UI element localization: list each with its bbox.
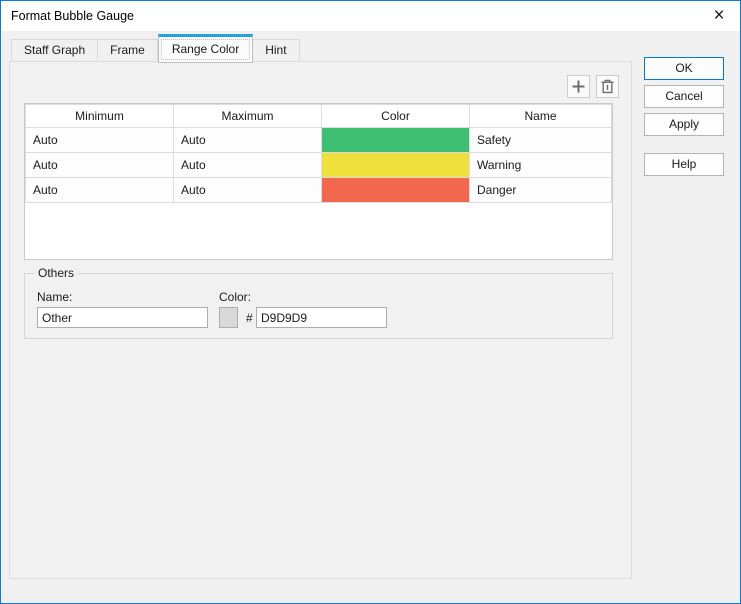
name-label: Name: [37,290,73,304]
color-swatch-warning[interactable] [322,153,469,177]
cell-maximum[interactable]: Auto [173,152,322,178]
tab-strip: Staff Graph Frame Range Color Hint [11,33,300,63]
help-button[interactable]: Help [644,153,724,176]
dialog-title: Format Bubble Gauge [11,9,134,23]
others-group-label: Others [34,266,79,280]
color-label: Color: [219,290,252,304]
trash-icon [601,79,614,94]
tab-frame[interactable]: Frame [98,39,158,62]
plus-icon [572,80,585,93]
column-header-minimum: Minimum [25,104,174,128]
cell-name[interactable]: Safety [469,127,612,153]
tab-hint[interactable]: Hint [253,39,300,62]
cell-name[interactable]: Warning [469,152,612,178]
cell-name[interactable]: Danger [469,177,612,203]
close-button[interactable]: × [702,1,736,30]
table-header-row: Minimum Maximum Color Name [25,104,612,128]
apply-button[interactable]: Apply [644,113,724,136]
tab-range-color[interactable]: Range Color [157,34,254,63]
table-row: Auto Auto Safety [25,127,612,153]
other-color-swatch[interactable] [219,307,238,328]
column-header-color: Color [321,104,470,128]
color-swatch-danger[interactable] [322,178,469,202]
hash-symbol: # [246,311,253,325]
column-header-maximum: Maximum [173,104,322,128]
close-icon: × [713,5,725,26]
tab-staff-graph[interactable]: Staff Graph [11,39,99,62]
cancel-button[interactable]: Cancel [644,85,724,108]
delete-range-button[interactable] [596,75,619,98]
other-name-input[interactable] [37,307,208,328]
cell-maximum[interactable]: Auto [173,127,322,153]
other-color-hex-input[interactable] [256,307,387,328]
table-row: Auto Auto Danger [25,177,612,203]
cell-color[interactable] [321,177,470,203]
add-range-button[interactable] [567,75,590,98]
ok-button[interactable]: OK [644,57,724,80]
range-color-table: Minimum Maximum Color Name Auto Auto Saf… [24,103,613,260]
title-bar: Format Bubble Gauge × [1,1,740,31]
others-group: Others Name: Color: # [24,266,613,339]
table-row: Auto Auto Warning [25,152,612,178]
cell-maximum[interactable]: Auto [173,177,322,203]
column-header-name: Name [469,104,612,128]
cell-minimum[interactable]: Auto [25,127,174,153]
cell-minimum[interactable]: Auto [25,177,174,203]
cell-minimum[interactable]: Auto [25,152,174,178]
dialog-window: Format Bubble Gauge × Staff Graph Frame … [0,0,741,604]
cell-color[interactable] [321,127,470,153]
color-swatch-safety[interactable] [322,128,469,152]
range-color-tab-panel: Minimum Maximum Color Name Auto Auto Saf… [9,61,632,579]
cell-color[interactable] [321,152,470,178]
